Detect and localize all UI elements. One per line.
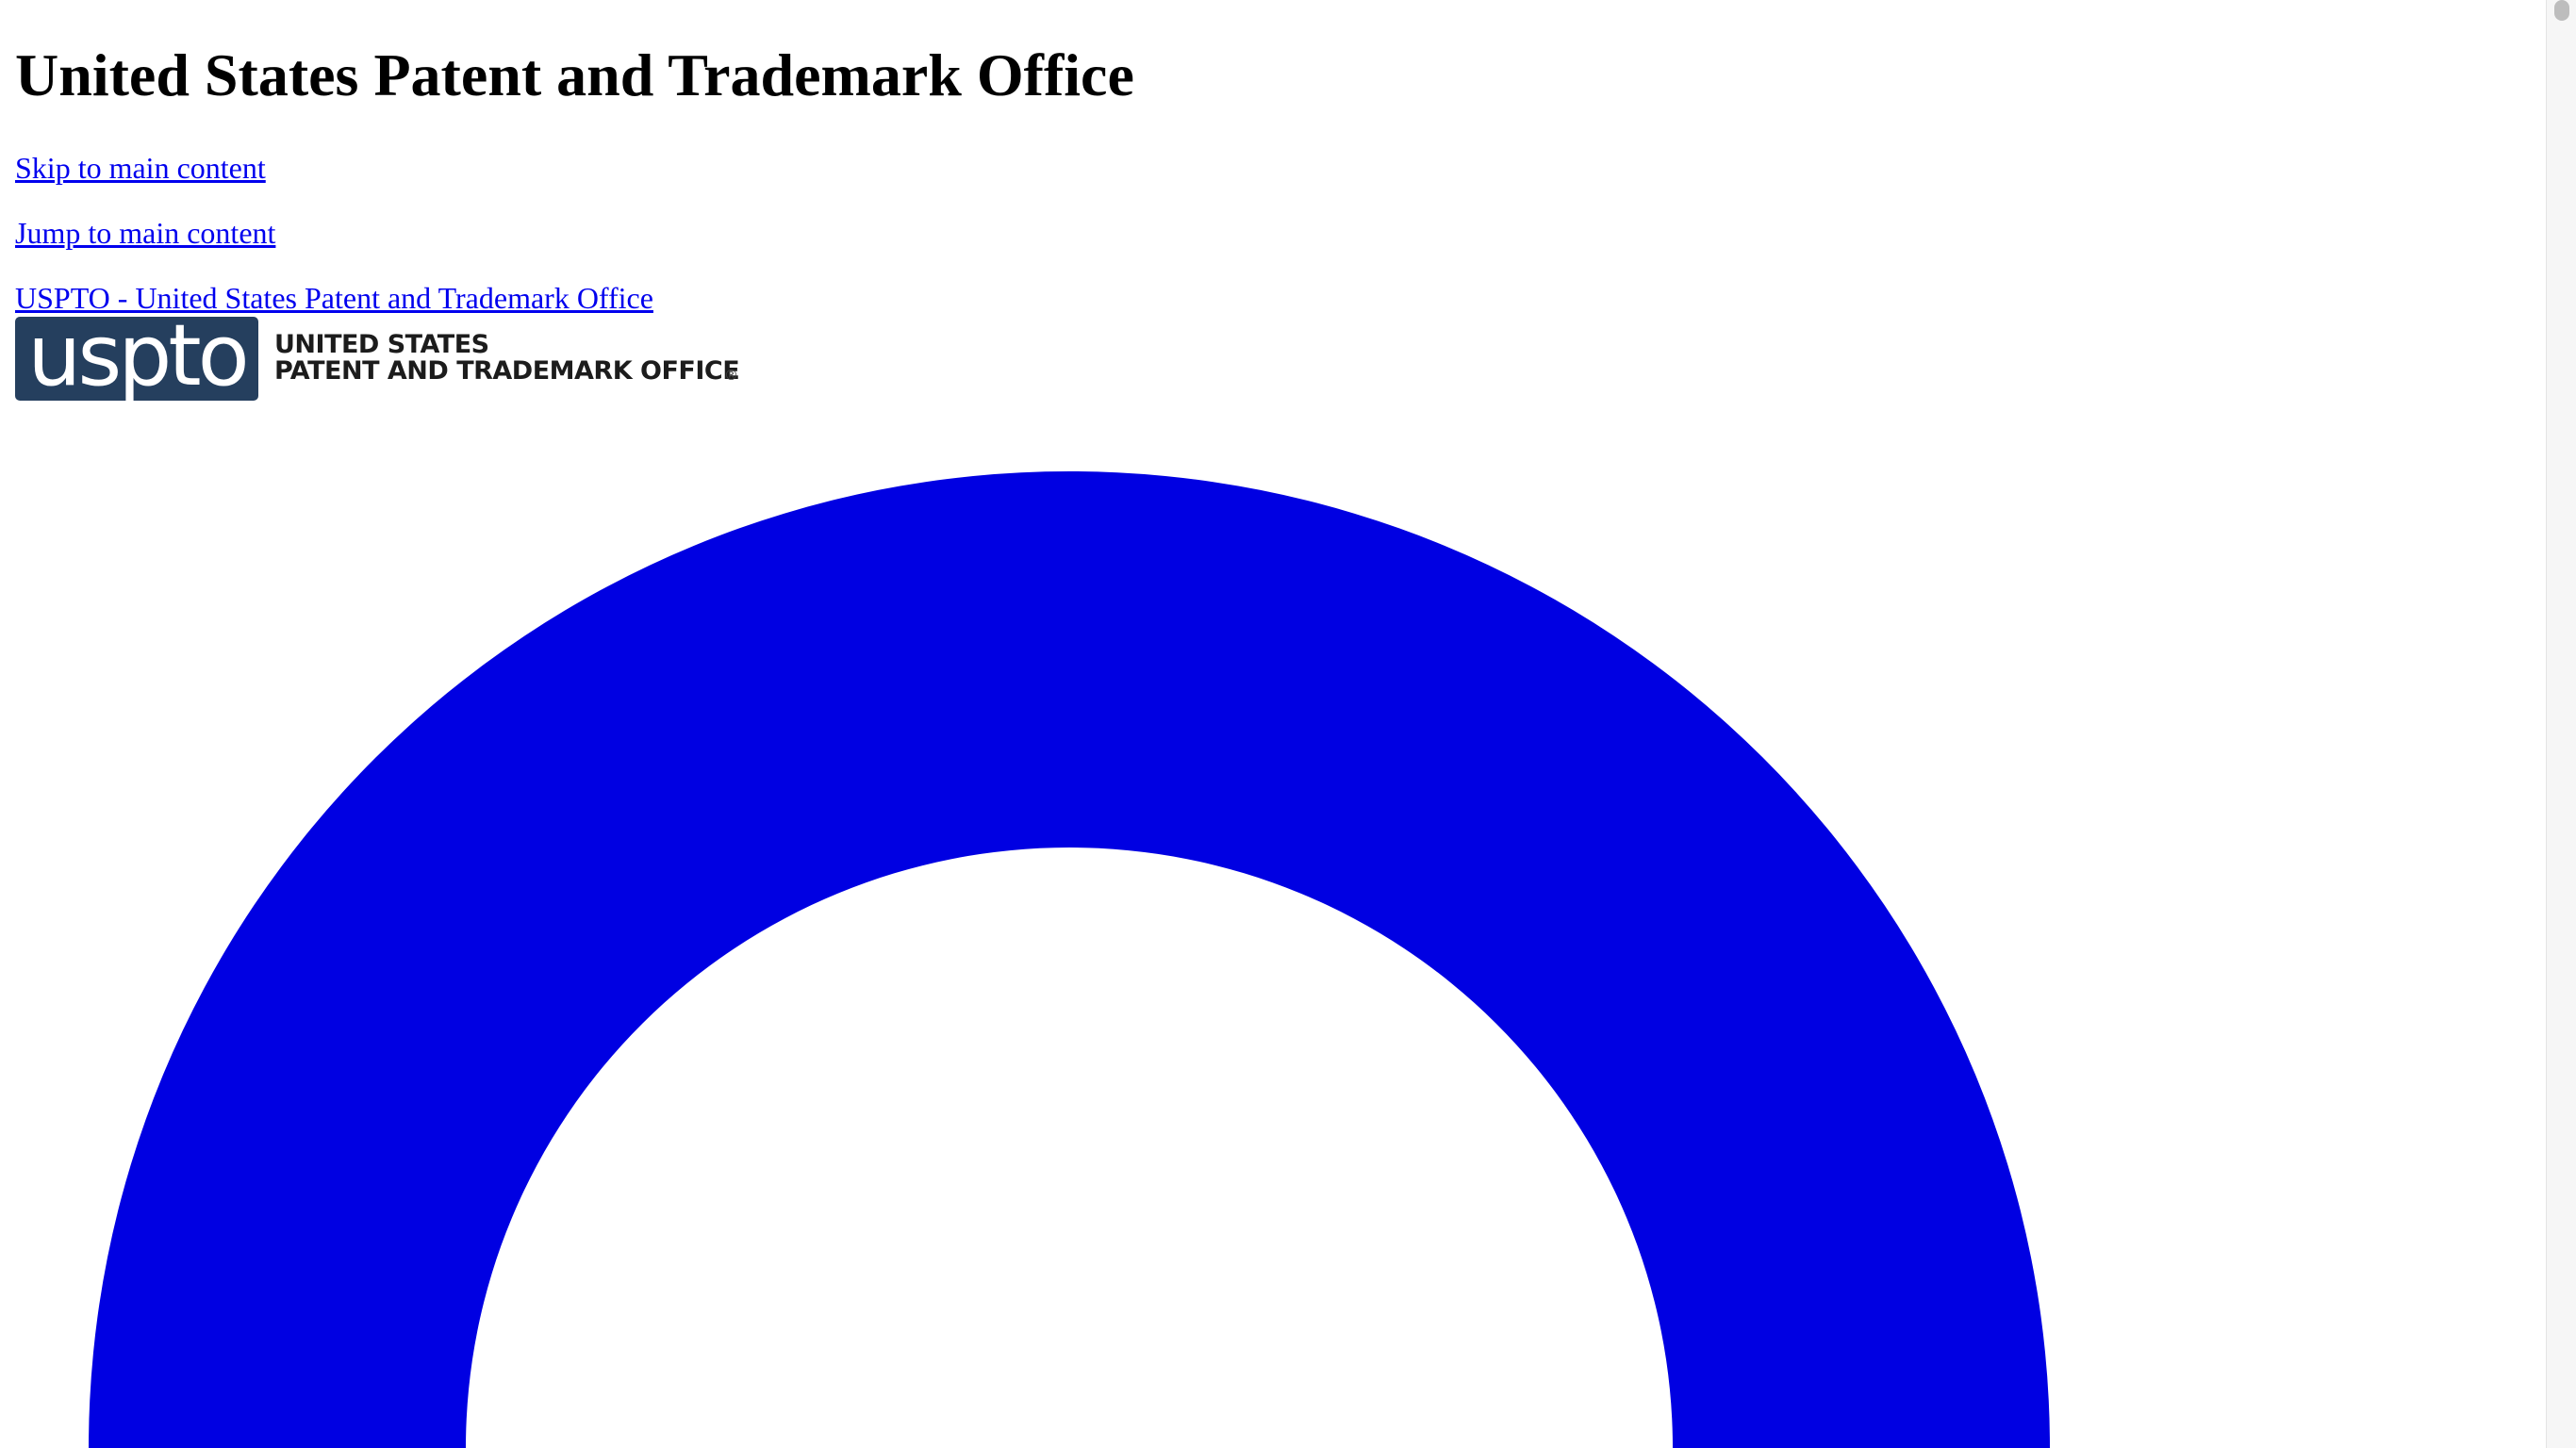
loading-spinner-arc: [89, 471, 2050, 1448]
skip-to-main-content-link[interactable]: Skip to main content: [15, 149, 266, 187]
registered-mark: ®: [724, 367, 738, 384]
logo-line-1: UNITED STATES: [274, 330, 489, 359]
page: United States Patent and Trademark Offic…: [0, 0, 2546, 1448]
loading-spinner-icon: [89, 471, 2050, 1448]
page-title: United States Patent and Trademark Offic…: [15, 41, 1134, 108]
jump-to-main-content-link[interactable]: Jump to main content: [15, 214, 275, 252]
scrollbar-thumb[interactable]: [2554, 0, 2569, 21]
uspto-logo[interactable]: uspto UNITED STATES PATENT AND TRADEMARK…: [15, 311, 740, 402]
vertical-scrollbar[interactable]: [2546, 0, 2576, 1448]
logo-mark: uspto: [27, 306, 249, 405]
logo-box: uspto: [15, 311, 258, 402]
logo-line-2: PATENT AND TRADEMARK OFFICE: [274, 356, 740, 386]
